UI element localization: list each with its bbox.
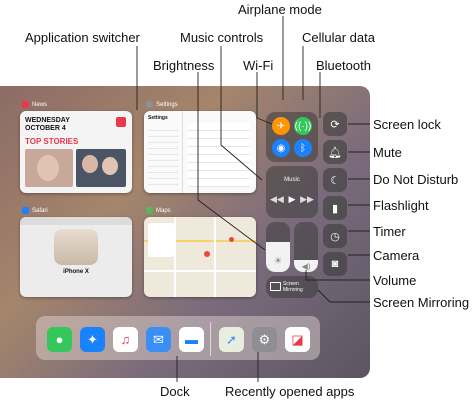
callout-screen-lock: Screen lock — [373, 117, 441, 132]
callout-cellular-data: Cellular data — [302, 30, 375, 45]
callout-mute: Mute — [373, 145, 402, 160]
callout-music-controls: Music controls — [180, 30, 264, 45]
callout-bluetooth: Bluetooth — [316, 58, 371, 73]
callout-wifi: Wi-Fi — [243, 58, 274, 73]
callout-application-switcher: Application switcher — [25, 30, 140, 45]
callout-brightness: Brightness — [153, 58, 215, 73]
callout-camera: Camera — [373, 248, 420, 263]
callout-flashlight: Flashlight — [373, 198, 429, 213]
control-center-diagram: News WEDNESDAY OCTOBER 4 TOP STORIES Set… — [0, 0, 473, 400]
callout-airplane-mode: Airplane mode — [238, 2, 322, 17]
callout-dock: Dock — [160, 384, 190, 399]
callout-screen-mirroring: Screen Mirroring — [373, 295, 470, 310]
callout-recently-opened-apps: Recently opened apps — [225, 384, 355, 399]
callout-do-not-disturb: Do Not Disturb — [373, 172, 459, 187]
callout-timer: Timer — [373, 224, 406, 239]
callout-volume: Volume — [373, 273, 417, 288]
